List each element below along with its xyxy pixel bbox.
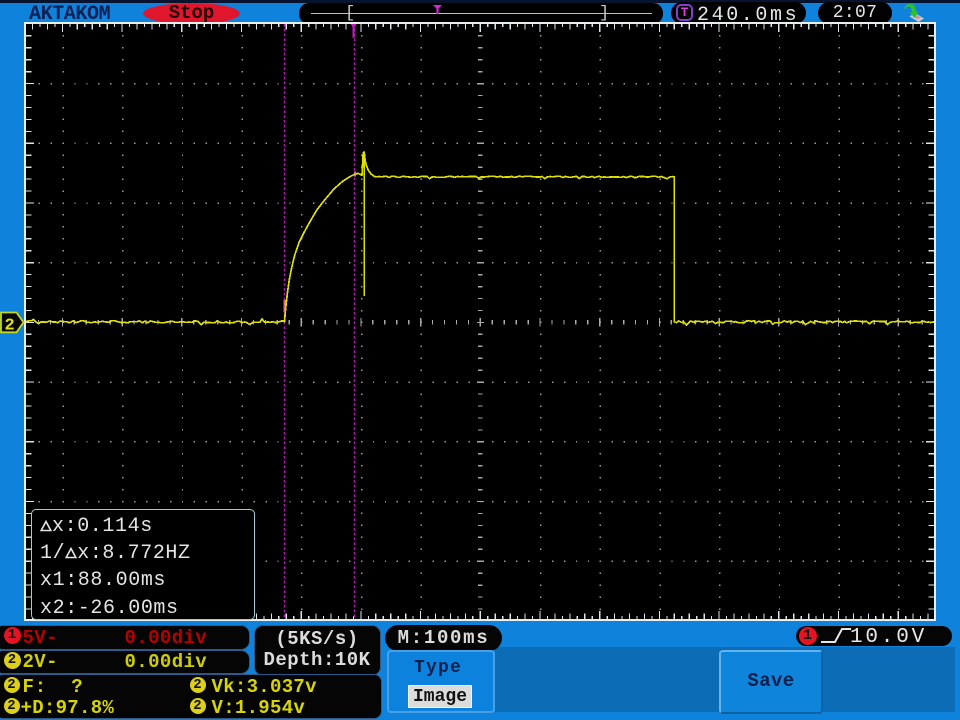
svg-text:2: 2 (5, 317, 15, 336)
